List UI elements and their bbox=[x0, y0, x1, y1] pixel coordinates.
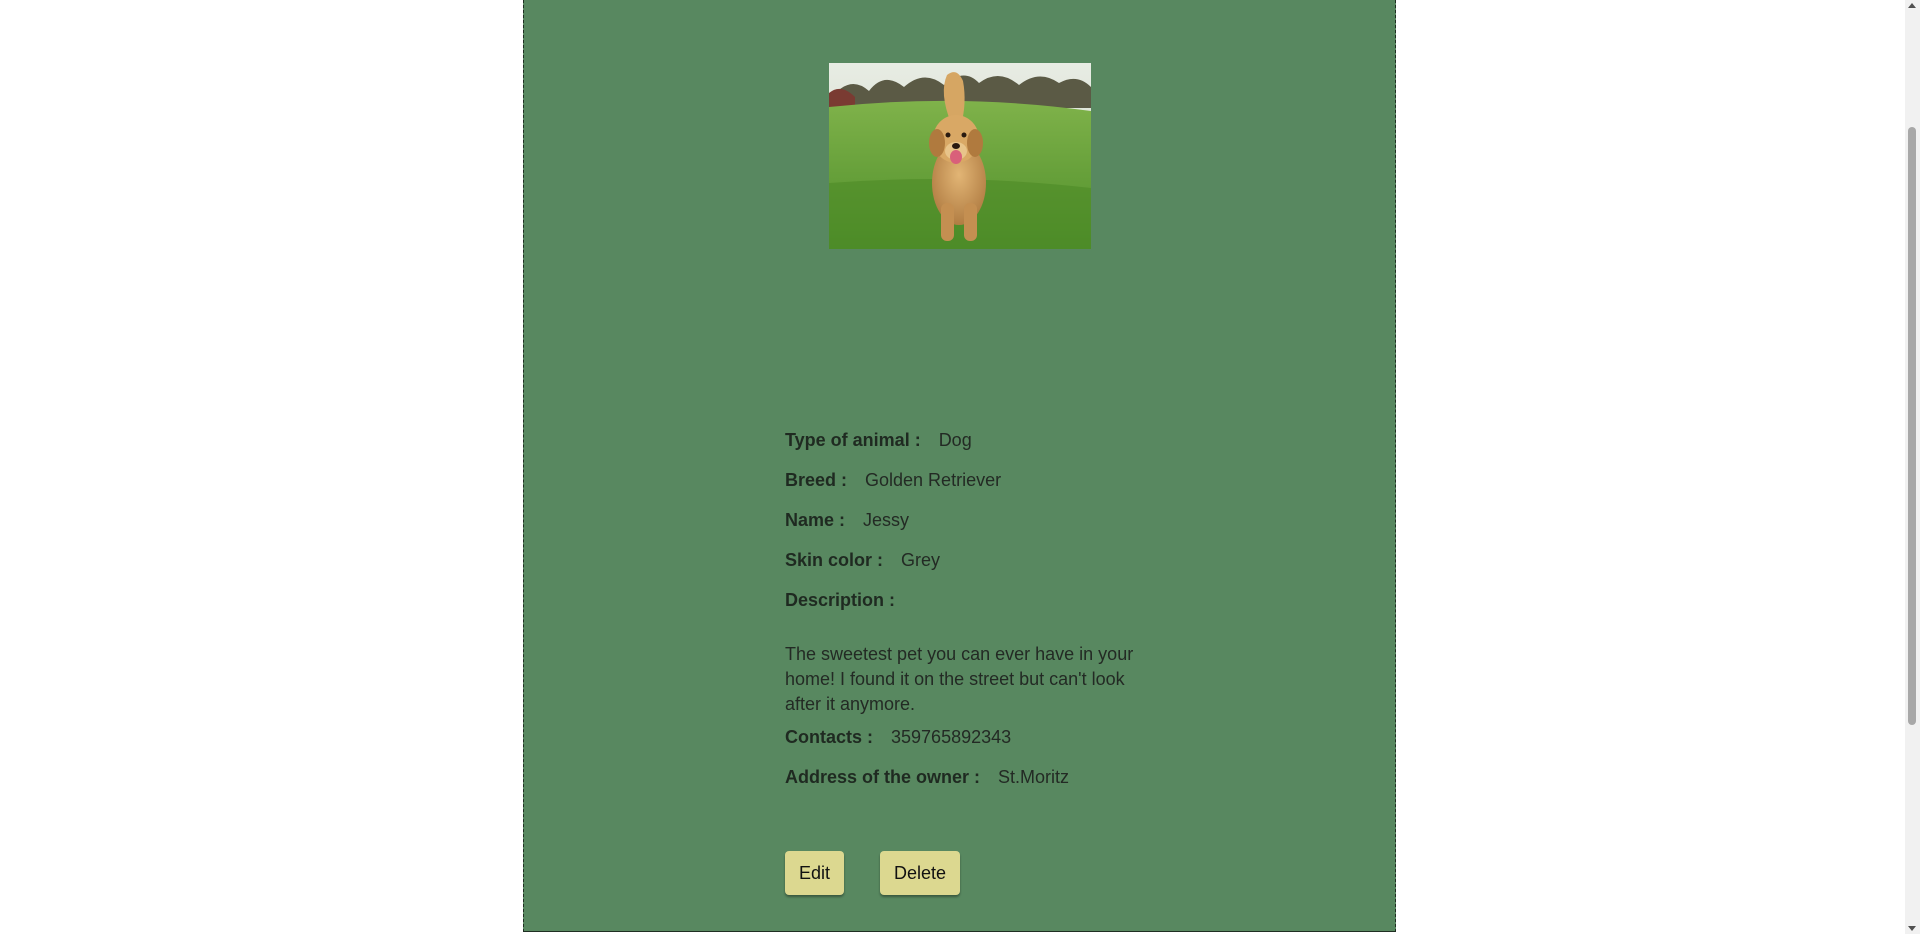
field-description: Description : bbox=[785, 586, 1165, 626]
type-of-animal-label: Type of animal : bbox=[785, 430, 921, 450]
scrollbar-thumb[interactable] bbox=[1908, 127, 1916, 725]
pet-details: Type of animal : Dog Breed : Golden Retr… bbox=[785, 426, 1165, 803]
pet-photo bbox=[829, 63, 1091, 249]
skin-color-value: Grey bbox=[901, 550, 941, 570]
skin-color-label: Skin color : bbox=[785, 550, 884, 570]
contacts-label: Contacts : bbox=[785, 727, 874, 747]
pet-details-card: Type of animal : Dog Breed : Golden Retr… bbox=[523, 0, 1396, 932]
breed-value: Golden Retriever bbox=[865, 470, 1002, 490]
edit-button[interactable]: Edit bbox=[785, 851, 845, 895]
name-value: Jessy bbox=[863, 510, 910, 530]
field-breed: Breed : Golden Retriever bbox=[785, 466, 1165, 506]
field-skin-color: Skin color : Grey bbox=[785, 546, 1165, 586]
field-contacts: Contacts : 359765892343 bbox=[785, 723, 1165, 763]
field-type-of-animal: Type of animal : Dog bbox=[785, 426, 1165, 466]
action-buttons: Edit Delete bbox=[785, 851, 961, 895]
description-text: The sweetest pet you can ever have in yo… bbox=[785, 644, 1134, 714]
delete-button[interactable]: Delete bbox=[880, 851, 961, 895]
breed-label: Breed : bbox=[785, 470, 848, 490]
type-of-animal-value: Dog bbox=[938, 430, 972, 450]
field-address: Address of the owner : St.Moritz bbox=[785, 763, 1165, 803]
description-label: Description : bbox=[785, 590, 896, 610]
scroll-up-arrow-icon[interactable] bbox=[1908, 3, 1916, 8]
address-label: Address of the owner : bbox=[785, 767, 981, 787]
scroll-down-arrow-icon[interactable] bbox=[1908, 926, 1916, 931]
contacts-value: 359765892343 bbox=[891, 727, 1012, 747]
name-label: Name : bbox=[785, 510, 846, 530]
address-value: St.Moritz bbox=[998, 767, 1070, 787]
page: Type of animal : Dog Breed : Golden Retr… bbox=[0, 0, 1920, 934]
vertical-scrollbar[interactable] bbox=[1905, 0, 1920, 934]
field-name: Name : Jessy bbox=[785, 506, 1165, 546]
